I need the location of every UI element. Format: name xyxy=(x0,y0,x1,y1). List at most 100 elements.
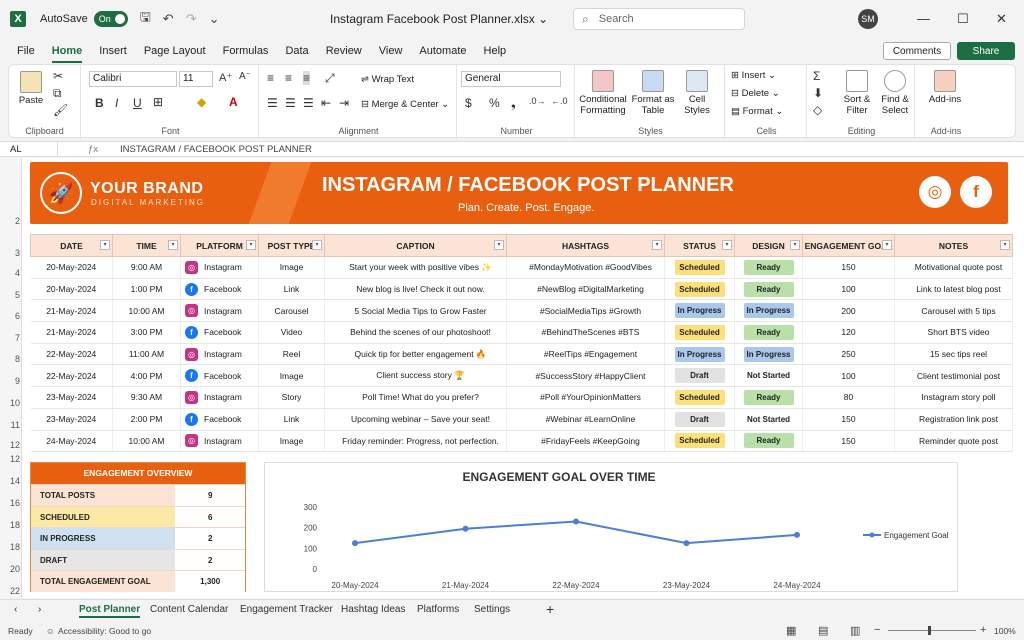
cell-design[interactable]: Ready xyxy=(734,321,803,344)
menu-tab-home[interactable]: Home xyxy=(51,42,82,63)
cell-date[interactable]: 24-May-2024 xyxy=(30,430,113,453)
column-header-hashtags[interactable]: HASHTAGS ▾ xyxy=(506,234,665,257)
cell-caption[interactable]: New blog is live! Check it out now. xyxy=(324,278,507,301)
formula-input[interactable]: INSTAGRAM / FACEBOOK POST PLANNER xyxy=(120,144,312,155)
column-header-notes[interactable]: NOTES ▾ xyxy=(894,234,1013,257)
filter-dropdown-icon[interactable]: ▾ xyxy=(652,240,662,250)
cell-engagement-goal[interactable]: 150 xyxy=(802,256,895,279)
format-cells-button[interactable]: ▤ Format ⌄ xyxy=(731,106,783,117)
increase-font-icon[interactable]: A⁺ xyxy=(219,71,232,84)
comma-style-icon[interactable]: ❟ xyxy=(511,96,516,111)
cell-platform[interactable]: f Facebook xyxy=(180,364,259,388)
row-number[interactable]: 5 xyxy=(0,290,20,300)
menu-tab-formulas[interactable]: Formulas xyxy=(223,42,269,60)
currency-icon[interactable]: $ xyxy=(465,96,472,110)
paste-button[interactable]: Paste xyxy=(17,71,45,106)
conditional-formatting-button[interactable]: Conditional Formatting xyxy=(579,70,627,116)
cell-notes[interactable]: Motivational quote post xyxy=(894,256,1013,279)
decrease-indent-icon[interactable]: ⇤ xyxy=(321,96,331,110)
sort-filter-button[interactable]: Sort & Filter xyxy=(839,70,875,116)
row-number[interactable]: 6 xyxy=(0,311,20,321)
cell-notes[interactable]: Link to latest blog post xyxy=(894,278,1013,301)
cell-platform[interactable]: ◎ Instagram xyxy=(180,343,259,366)
sheet-tab-platforms[interactable]: Platforms xyxy=(417,604,459,615)
column-header-time[interactable]: TIME ▾ xyxy=(112,234,181,257)
row-number[interactable]: 12 xyxy=(0,454,20,464)
cell-engagement-goal[interactable]: 80 xyxy=(802,386,895,409)
menu-tab-file[interactable]: File xyxy=(17,42,35,60)
share-button[interactable]: Share xyxy=(957,42,1015,60)
document-title[interactable]: Instagram Facebook Post Planner.xlsx ⌄ xyxy=(330,12,548,26)
column-header-platform[interactable]: PLATFORM ▾ xyxy=(180,234,259,257)
series-line[interactable] xyxy=(354,520,798,545)
row-number[interactable]: 7 xyxy=(0,333,20,343)
increase-indent-icon[interactable]: ⇥ xyxy=(339,96,349,110)
zoom-out-icon[interactable]: − xyxy=(874,624,880,636)
cell-engagement-goal[interactable]: 100 xyxy=(802,364,895,388)
cell-hashtags[interactable]: #Webinar #LearnOnline xyxy=(506,408,665,431)
fill-color-icon[interactable]: ◆ xyxy=(197,95,206,109)
page-layout-view-icon[interactable]: ▤ xyxy=(818,624,828,637)
overview-value[interactable]: 2 xyxy=(175,528,245,549)
cell-notes[interactable]: Client testimonial post xyxy=(894,364,1013,388)
cell-hashtags[interactable]: #BehindTheScenes #BTS xyxy=(506,321,665,344)
cell-styles-button[interactable]: Cell Styles xyxy=(677,70,717,116)
cell-notes[interactable]: Short BTS video xyxy=(894,321,1013,344)
overview-value[interactable]: 6 xyxy=(175,506,245,528)
zoom-slider[interactable] xyxy=(888,630,976,631)
overview-label[interactable]: TOTAL POSTS xyxy=(31,485,176,506)
row-number[interactable]: 8 xyxy=(0,354,20,364)
cell-engagement-goal[interactable]: 250 xyxy=(802,343,895,366)
cell-date[interactable]: 21-May-2024 xyxy=(30,321,113,344)
sheet-tab-hashtag-ideas[interactable]: Hashtag Ideas xyxy=(341,604,406,615)
row-number[interactable]: 14 xyxy=(0,476,20,486)
cell-status[interactable]: Scheduled xyxy=(664,321,735,344)
column-header-date[interactable]: DATE ▾ xyxy=(30,234,113,257)
cell-time[interactable]: 2:00 PM xyxy=(112,408,181,431)
cell-post-type[interactable]: Link xyxy=(258,278,325,301)
cell-date[interactable]: 20-May-2024 xyxy=(30,256,113,279)
cell-date[interactable]: 21-May-2024 xyxy=(30,299,113,323)
cell-hashtags[interactable]: #Poll #YourOpinionMatters xyxy=(506,386,665,409)
cell-caption[interactable]: Behind the scenes of our photoshoot! xyxy=(324,321,507,344)
cell-date[interactable]: 22-May-2024 xyxy=(30,343,113,366)
menu-tab-data[interactable]: Data xyxy=(285,42,308,60)
cell-time[interactable]: 10:00 AM xyxy=(112,430,181,453)
filter-dropdown-icon[interactable]: ▾ xyxy=(790,240,800,250)
cell-status[interactable]: Scheduled xyxy=(664,386,735,409)
cell-notes[interactable]: Carousel with 5 tips xyxy=(894,299,1013,323)
cell-time[interactable]: 9:00 AM xyxy=(112,256,181,279)
cell-caption[interactable]: Friday reminder: Progress, not perfectio… xyxy=(324,430,507,453)
row-number[interactable]: 22 xyxy=(0,586,20,596)
addins-button[interactable]: Add-ins xyxy=(923,70,967,105)
menu-tab-view[interactable]: View xyxy=(379,42,403,60)
insert-cells-button[interactable]: ⊞ Insert ⌄ xyxy=(731,70,776,81)
cell-engagement-goal[interactable]: 100 xyxy=(802,278,895,301)
overview-value[interactable]: 2 xyxy=(175,549,245,571)
cell-hashtags[interactable]: #SocialMediaTips #Growth xyxy=(506,299,665,323)
cell-date[interactable]: 22-May-2024 xyxy=(30,364,113,388)
copy-icon[interactable]: ⧉ xyxy=(53,86,62,101)
filter-dropdown-icon[interactable]: ▾ xyxy=(312,240,322,250)
sheet-tab-post-planner[interactable]: Post Planner xyxy=(79,604,141,618)
row-number[interactable]: 12 xyxy=(0,440,20,450)
align-top-icon[interactable]: ≡ xyxy=(267,71,274,85)
row-number[interactable]: 16 xyxy=(0,498,20,508)
maximize-icon[interactable]: ☐ xyxy=(957,11,969,27)
autosave-toggle[interactable]: On xyxy=(93,11,128,27)
row-number[interactable]: 10 xyxy=(0,398,20,408)
row-number[interactable]: 4 xyxy=(0,268,20,278)
normal-view-icon[interactable]: ▦ xyxy=(786,624,796,637)
cell-notes[interactable]: 15 sec tips reel xyxy=(894,343,1013,366)
cell-caption[interactable]: 5 Social Media Tips to Grow Faster xyxy=(324,299,507,323)
cell-post-type[interactable]: Image xyxy=(258,256,325,279)
cell-time[interactable]: 11:00 AM xyxy=(112,343,181,366)
merge-center-button[interactable]: ⊟ Merge & Center ⌄ xyxy=(361,99,449,110)
column-header-design[interactable]: DESIGN ▾ xyxy=(734,234,803,257)
cell-hashtags[interactable]: #SuccessStory #HappyClient xyxy=(506,364,665,388)
italic-icon[interactable]: I xyxy=(115,96,118,110)
cell-design[interactable]: Ready xyxy=(734,278,803,301)
percent-icon[interactable]: % xyxy=(489,96,500,110)
undo-icon[interactable]: ↶ xyxy=(163,11,174,27)
cell-time[interactable]: 9:30 AM xyxy=(112,386,181,409)
